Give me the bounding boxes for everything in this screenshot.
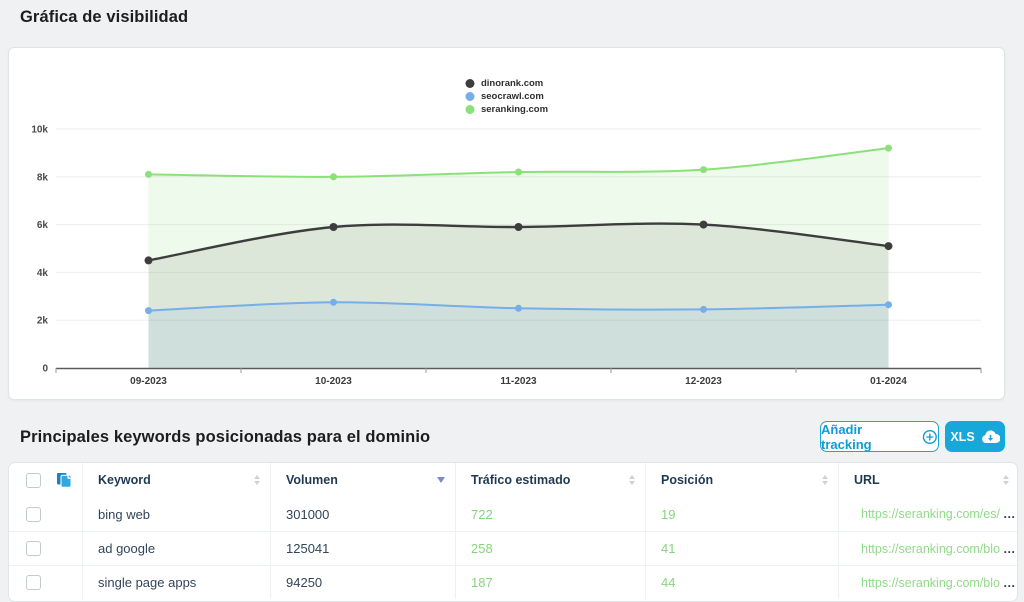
plus-circle-icon bbox=[922, 429, 938, 445]
legend-item-seocrawl.com[interactable]: seocrawl.com bbox=[465, 91, 548, 102]
sort-icon bbox=[822, 475, 828, 485]
table-header-row: Keyword Volumen Tráfico estimado Posició… bbox=[9, 463, 1017, 497]
x-axis-tick: 12-2023 bbox=[685, 376, 722, 387]
x-axis-tick: 01-2024 bbox=[870, 376, 907, 387]
data-point-seocrawl.com[interactable] bbox=[145, 307, 152, 314]
keywords-table: Keyword Volumen Tráfico estimado Posició… bbox=[8, 462, 1018, 602]
legend-label: dinorank.com bbox=[481, 78, 543, 89]
data-point-dinorank.com[interactable] bbox=[700, 221, 708, 229]
sort-icon bbox=[629, 475, 635, 485]
url-text: https://seranking.com/blo bbox=[861, 576, 1000, 590]
position-cell: 19 bbox=[646, 497, 839, 531]
xls-export-button[interactable]: XLS bbox=[945, 421, 1005, 452]
table-row: single page apps9425018744https://serank… bbox=[9, 565, 1017, 599]
series-color-dot bbox=[465, 79, 474, 88]
url-text: https://seranking.com/blo bbox=[861, 542, 1000, 556]
data-point-seocrawl.com[interactable] bbox=[885, 301, 892, 308]
x-axis-tick: 10-2023 bbox=[315, 376, 352, 387]
data-point-seranking.com[interactable] bbox=[330, 173, 337, 180]
select-all-checkbox[interactable] bbox=[26, 473, 41, 488]
data-point-seocrawl.com[interactable] bbox=[330, 299, 337, 306]
table-row: bing web30100072219https://seranking.com… bbox=[9, 497, 1017, 531]
header-select-cell bbox=[9, 463, 83, 497]
data-point-dinorank.com[interactable] bbox=[885, 242, 893, 250]
add-tracking-label: Añadir tracking bbox=[821, 422, 914, 452]
x-axis-tick: 11-2023 bbox=[500, 376, 537, 387]
table-body: bing web30100072219https://seranking.com… bbox=[9, 497, 1017, 599]
data-point-seranking.com[interactable] bbox=[515, 169, 522, 176]
legend-item-dinorank.com[interactable]: dinorank.com bbox=[465, 78, 548, 89]
visibility-chart-title: Gráfica de visibilidad bbox=[20, 8, 188, 27]
data-point-seocrawl.com[interactable] bbox=[515, 305, 522, 312]
data-point-dinorank.com[interactable] bbox=[145, 256, 153, 264]
row-select-cell bbox=[9, 497, 83, 531]
column-header-posicion[interactable]: Posición bbox=[646, 463, 839, 497]
url-ellipsis: … bbox=[1003, 542, 1016, 556]
volume-cell: 125041 bbox=[271, 532, 456, 565]
keyword-cell: ad google bbox=[83, 532, 271, 565]
url-ellipsis: … bbox=[1003, 576, 1016, 590]
column-header-volumen[interactable]: Volumen bbox=[271, 463, 456, 497]
chart-legend: dinorank.com seocrawl.com seranking.com bbox=[465, 78, 548, 115]
keywords-section-title: Principales keywords posicionadas para e… bbox=[20, 428, 430, 447]
volume-cell: 94250 bbox=[271, 566, 456, 599]
sort-desc-icon bbox=[437, 477, 445, 483]
keyword-cell: single page apps bbox=[83, 566, 271, 599]
legend-label: seocrawl.com bbox=[481, 91, 544, 102]
add-tracking-button[interactable]: Añadir tracking bbox=[820, 421, 939, 452]
position-cell: 44 bbox=[646, 566, 839, 599]
data-point-seranking.com[interactable] bbox=[145, 171, 152, 178]
volume-cell: 301000 bbox=[271, 497, 456, 531]
column-header-url[interactable]: URL bbox=[839, 463, 1018, 497]
row-checkbox[interactable] bbox=[26, 541, 41, 556]
data-point-seranking.com[interactable] bbox=[885, 145, 892, 152]
series-color-dot bbox=[465, 92, 474, 101]
xls-label: XLS bbox=[950, 430, 974, 444]
legend-label: seranking.com bbox=[481, 104, 548, 115]
series-color-dot bbox=[465, 105, 474, 114]
table-row: ad google12504125841https://seranking.co… bbox=[9, 531, 1017, 565]
y-axis-tick: 10k bbox=[31, 125, 48, 136]
legend-item-seranking.com[interactable]: seranking.com bbox=[465, 104, 548, 115]
data-point-dinorank.com[interactable] bbox=[330, 223, 338, 231]
data-point-seocrawl.com[interactable] bbox=[700, 306, 707, 313]
visibility-chart-card: dinorank.com seocrawl.com seranking.com 0 2… bbox=[8, 47, 1005, 400]
sort-icon bbox=[1003, 475, 1009, 485]
row-checkbox[interactable] bbox=[26, 507, 41, 522]
url-link[interactable]: https://seranking.com/blo… bbox=[839, 532, 1018, 565]
sort-icon bbox=[254, 475, 260, 485]
copy-icon[interactable] bbox=[56, 472, 72, 488]
data-point-dinorank.com[interactable] bbox=[515, 223, 523, 231]
traffic-cell: 187 bbox=[456, 566, 646, 599]
row-select-cell bbox=[9, 566, 83, 599]
y-axis-tick: 2k bbox=[37, 316, 49, 327]
y-axis-tick: 6k bbox=[37, 220, 49, 231]
row-select-cell bbox=[9, 532, 83, 565]
url-ellipsis: … bbox=[1003, 507, 1016, 521]
position-cell: 41 bbox=[646, 532, 839, 565]
x-axis-tick: 09-2023 bbox=[130, 376, 167, 387]
y-axis-tick: 0 bbox=[42, 364, 48, 375]
url-text: https://seranking.com/es/ bbox=[861, 507, 1000, 521]
row-checkbox[interactable] bbox=[26, 575, 41, 590]
data-point-seranking.com[interactable] bbox=[700, 166, 707, 173]
column-header-keyword[interactable]: Keyword bbox=[83, 463, 271, 497]
url-link[interactable]: https://seranking.com/blo… bbox=[839, 566, 1018, 599]
url-link[interactable]: https://seranking.com/es/… bbox=[839, 497, 1018, 531]
traffic-cell: 722 bbox=[456, 497, 646, 531]
traffic-cell: 258 bbox=[456, 532, 646, 565]
cloud-download-icon bbox=[981, 430, 1000, 444]
column-header-trafico[interactable]: Tráfico estimado bbox=[456, 463, 646, 497]
keyword-cell: bing web bbox=[83, 497, 271, 531]
y-axis-tick: 4k bbox=[37, 268, 49, 279]
y-axis-tick: 8k bbox=[37, 172, 49, 183]
